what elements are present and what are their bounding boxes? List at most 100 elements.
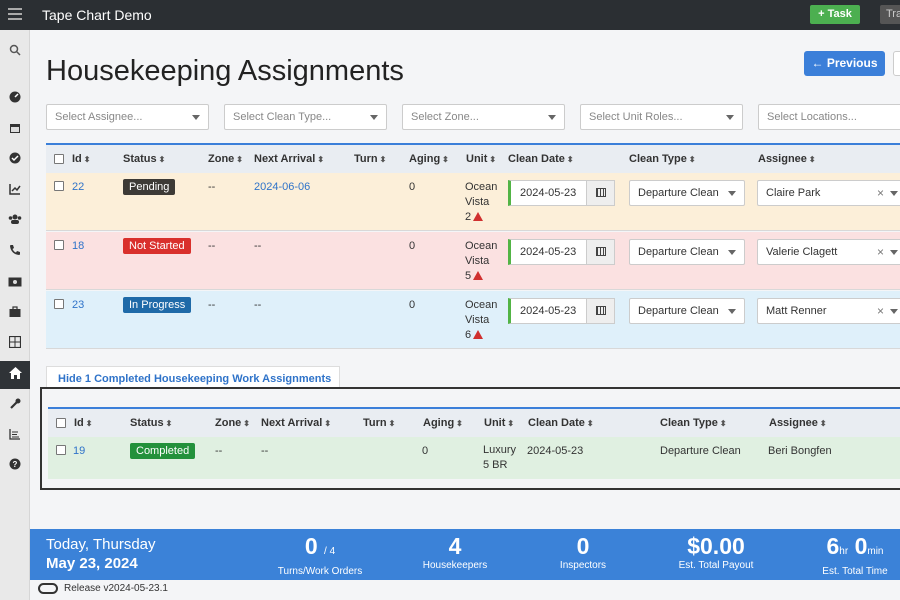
col-turn[interactable]: Turn ⬍ [354, 153, 386, 165]
sort-icon: ⬍ [236, 155, 243, 164]
table-row[interactable]: 23 In Progress -- -- 0 Ocean Vista 6 2024… [46, 291, 900, 349]
previous-button[interactable]: ← Previous [804, 51, 885, 76]
col-clean-type[interactable]: Clean Type ⬍ [629, 153, 696, 165]
col-assignee[interactable]: Assignee ⬍ [769, 417, 827, 429]
next-arrival-cell: -- [254, 240, 262, 252]
col-status[interactable]: Status ⬍ [130, 417, 172, 429]
calendar-icon [596, 306, 606, 315]
calendar-icon[interactable] [7, 122, 23, 138]
sidebar-item-home-active[interactable] [0, 361, 30, 389]
table-row[interactable]: 18 Not Started -- -- 0 Ocean Vista 5 2024… [46, 232, 900, 290]
col-unit[interactable]: Unit ⬍ [466, 153, 496, 165]
sort-icon: ⬍ [243, 419, 250, 428]
sort-icon: ⬍ [388, 419, 396, 428]
col-zone[interactable]: Zone ⬍ [208, 153, 243, 165]
col-zone[interactable]: Zone ⬍ [215, 417, 250, 429]
add-task-button[interactable]: + Task [810, 5, 860, 24]
clear-icon[interactable]: × [877, 304, 884, 318]
dashboard-icon[interactable] [7, 91, 23, 107]
chart-icon[interactable] [7, 183, 23, 199]
top-right-button[interactable]: Tra [880, 5, 900, 24]
assignee-select[interactable]: Claire Park × [757, 180, 900, 206]
clean-type-filter[interactable]: Select Clean Type... [224, 104, 387, 130]
zone-cell: -- [215, 445, 223, 457]
col-unit[interactable]: Unit ⬍ [484, 417, 514, 429]
clear-icon[interactable]: × [877, 245, 884, 259]
zone-cell: -- [208, 240, 216, 252]
clean-type-select[interactable]: Departure Clean [629, 239, 745, 265]
col-aging[interactable]: Aging ⬍ [423, 417, 463, 429]
sort-icon: ⬍ [442, 155, 449, 164]
sort-icon: ⬍ [165, 419, 173, 428]
next-button[interactable] [893, 51, 900, 76]
calendar-button[interactable] [586, 181, 614, 205]
sort-icon: ⬍ [586, 419, 594, 428]
search-icon[interactable] [7, 44, 23, 60]
calendar-button[interactable] [586, 240, 614, 264]
clean-type-select[interactable]: Departure Clean [629, 180, 745, 206]
aging-cell: 0 [409, 181, 416, 193]
locations-filter[interactable]: Select Locations... [758, 104, 900, 130]
money-icon[interactable] [7, 275, 23, 291]
zone-cell: -- [208, 181, 216, 193]
col-clean-type[interactable]: Clean Type ⬍ [660, 417, 727, 429]
sort-icon: ⬍ [566, 155, 574, 164]
assignee-filter[interactable]: Select Assignee... [46, 104, 209, 130]
col-id[interactable]: Id ⬍ [72, 153, 90, 165]
clear-icon[interactable]: × [877, 186, 884, 200]
clean-date-input[interactable]: 2024-05-23 [508, 298, 615, 324]
table-row[interactable]: 22 Pending -- 2024-06-06 0 Ocean Vista 2 … [46, 173, 900, 231]
completed-table-header: Id ⬍ Status ⬍ Zone ⬍ Next Arrival ⬍ Turn ⬍ Ag… [48, 407, 900, 437]
table-header: Id ⬍ Status ⬍ Zone ⬍ Next Arrival ⬍ Turn ⬍ Ag… [46, 143, 900, 173]
row-checkbox[interactable] [54, 181, 64, 191]
wrench-icon[interactable] [7, 398, 23, 414]
zone-filter[interactable]: Select Zone... [402, 104, 565, 130]
row-id-link[interactable]: 22 [72, 181, 84, 193]
clean-type-select[interactable]: Departure Clean [629, 298, 745, 324]
clean-date-input[interactable]: 2024-05-23 [508, 180, 615, 206]
select-all-checkbox[interactable] [54, 154, 64, 164]
select-all-completed-checkbox[interactable] [56, 418, 66, 428]
briefcase-icon[interactable] [7, 306, 23, 322]
row-id-link[interactable]: 18 [72, 240, 84, 252]
time-stat: 6hr 0min Est. Total Time [822, 533, 888, 577]
completed-table-row[interactable]: 19 Completed -- -- 0 Luxury 5 BR 2024-05-… [48, 437, 900, 479]
aging-cell: 0 [422, 445, 429, 457]
calendar-button[interactable] [586, 299, 614, 323]
menu-icon[interactable] [8, 8, 22, 20]
unit-cell: Ocean Vista 5 [465, 240, 498, 282]
help-icon[interactable]: ? [7, 458, 23, 474]
col-turn[interactable]: Turn ⬍ [363, 417, 395, 429]
sort-icon: ⬍ [489, 155, 497, 164]
col-next-arrival[interactable]: Next Arrival ⬍ [261, 417, 331, 429]
clean-date-input[interactable]: 2024-05-23 [508, 239, 615, 265]
row-checkbox[interactable] [54, 299, 64, 309]
col-assignee[interactable]: Assignee ⬍ [758, 153, 816, 165]
chevron-down-icon [728, 309, 736, 314]
col-next-arrival[interactable]: Next Arrival ⬍ [254, 153, 324, 165]
row-id-link[interactable]: 19 [73, 445, 85, 457]
users-icon[interactable] [7, 213, 23, 229]
unit-roles-filter[interactable]: Select Unit Roles... [580, 104, 743, 130]
chevron-down-icon [548, 115, 556, 120]
col-clean-date[interactable]: Clean Date ⬍ [528, 417, 594, 429]
clean-type-cell: Departure Clean [660, 445, 741, 457]
next-arrival-cell[interactable]: 2024-06-06 [254, 181, 310, 193]
row-checkbox[interactable] [54, 240, 64, 250]
calendar-icon [596, 247, 606, 256]
grid-icon[interactable] [7, 335, 23, 352]
phone-icon[interactable] [7, 244, 23, 260]
check-circle-icon[interactable] [7, 152, 23, 168]
row-id-link[interactable]: 23 [72, 299, 84, 311]
unit-roles-filter-placeholder: Select Unit Roles... [589, 111, 683, 123]
col-aging[interactable]: Aging ⬍ [409, 153, 449, 165]
assignee-select[interactable]: Matt Renner × [757, 298, 900, 324]
col-clean-date[interactable]: Clean Date ⬍ [508, 153, 574, 165]
col-id[interactable]: Id ⬍ [74, 417, 92, 429]
list-chart-icon[interactable] [7, 428, 23, 444]
row-checkbox[interactable] [56, 445, 66, 455]
col-status[interactable]: Status ⬍ [123, 153, 165, 165]
assignee-select[interactable]: Valerie Clagett × [757, 239, 900, 265]
warning-icon [473, 330, 484, 339]
logo-icon [38, 583, 58, 594]
